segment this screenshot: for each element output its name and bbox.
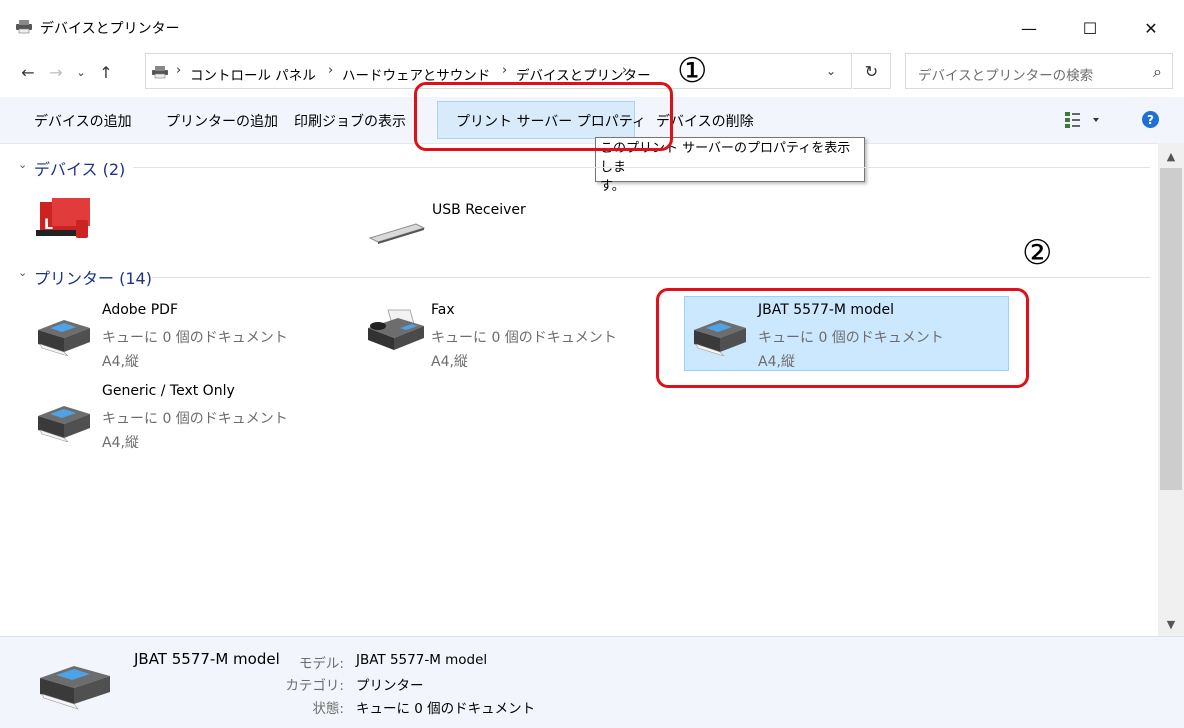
printer-name[interactable]: Generic / Text Only [102,383,235,399]
refresh-button[interactable]: ↻ [853,53,891,89]
window-title: デバイスとプリンター [40,21,180,37]
breadcrumb-separator-icon: › [502,63,508,78]
change-view-button[interactable] [1063,110,1103,130]
devices-and-printers-window: デバイスとプリンター — ☐ ✕ ← → ⌄ ↑ › コントロール パネル › … [0,0,1184,728]
add-printer-button[interactable]: プリンターの追加 [166,111,278,131]
group-divider [152,277,1150,278]
breadcrumb-devices-printers[interactable]: デバイスとプリンター [516,64,651,84]
details-model-value: JBAT 5577-M model [356,652,488,668]
window-app-icon [14,18,34,34]
group-header-printers[interactable]: プリンター (14) [34,265,152,289]
scrollbar-thumb[interactable] [1160,168,1182,490]
minimize-button[interactable]: — [1006,10,1052,46]
address-location-icon [151,64,169,79]
annotation-number-1: ① [677,51,708,91]
scroll-down-arrow-icon[interactable]: ▼ [1158,612,1184,636]
group-header-devices[interactable]: デバイス (2) [34,156,125,180]
tooltip-line: す。 [600,179,625,194]
printer-paper: A4,縦 [102,435,139,451]
printer-queue-status: キューに 0 個のドキュメント [102,411,288,427]
details-status-label: 状態: [312,701,344,717]
breadcrumb-separator-icon: › [622,63,628,78]
print-jobs-button[interactable]: 印刷ジョブの表示 [294,111,418,131]
details-model-label: モデル: [298,656,344,672]
fax-icon[interactable] [366,306,426,354]
svg-text:L: L [44,217,53,233]
laptop-device-icon[interactable]: L [32,196,94,244]
collapse-printers-chevron-icon[interactable]: ⌄ [18,266,27,279]
search-placeholder: デバイスとプリンターの検索 [918,68,1094,84]
printer-icon[interactable] [34,316,92,357]
printer-name[interactable]: Adobe PDF [102,302,178,318]
printer-queue-status: キューに 0 個のドキュメント [431,330,617,346]
refresh-icon: ↻ [864,61,879,81]
keyboard-icon[interactable] [368,218,426,244]
printer-queue-status: キューに 0 個のドキュメント [102,330,288,346]
up-arrow-icon[interactable]: ↑ [93,58,119,86]
forward-arrow-icon[interactable]: → [43,58,69,86]
details-category-label: カテゴリ: [285,678,344,694]
group-divider [133,167,1150,168]
back-arrow-icon[interactable]: ← [15,58,41,86]
breadcrumb-control-panel[interactable]: コントロール パネル [190,64,316,84]
details-printer-icon [34,660,114,710]
breadcrumb-hardware-sound[interactable]: ハードウェアとサウンド [342,64,490,84]
collapse-devices-chevron-icon[interactable]: ⌄ [18,158,27,171]
search-icon[interactable]: ⌕ [1153,62,1162,82]
view-options-icon [1065,112,1099,128]
details-device-name: JBAT 5577-M model [134,650,280,668]
printer-icon[interactable] [34,402,92,443]
close-button[interactable]: ✕ [1128,10,1174,46]
breadcrumb-separator-icon: › [176,63,182,78]
search-input[interactable]: デバイスとプリンターの検索 ⌕ [905,53,1173,89]
annotation-box-2 [656,288,1029,388]
annotation-box-1 [414,82,673,151]
printer-name[interactable]: Fax [431,302,455,318]
device-name[interactable]: USB Receiver [432,202,526,218]
scroll-up-arrow-icon[interactable]: ▲ [1158,144,1184,168]
breadcrumb-separator-icon: › [328,63,334,78]
help-icon[interactable]: ? [1142,111,1159,128]
details-category-value: プリンター [356,678,424,694]
maximize-button[interactable]: ☐ [1067,10,1113,46]
printer-paper: A4,縦 [102,354,139,370]
recent-locations-chevron-icon[interactable]: ⌄ [68,58,94,86]
printer-paper: A4,縦 [431,354,468,370]
details-status-value: キューに 0 個のドキュメント [356,701,536,717]
add-device-button[interactable]: デバイスの追加 [34,111,132,131]
annotation-number-2: ② [1022,233,1053,273]
address-dropdown-icon[interactable]: ⌄ [826,64,836,78]
